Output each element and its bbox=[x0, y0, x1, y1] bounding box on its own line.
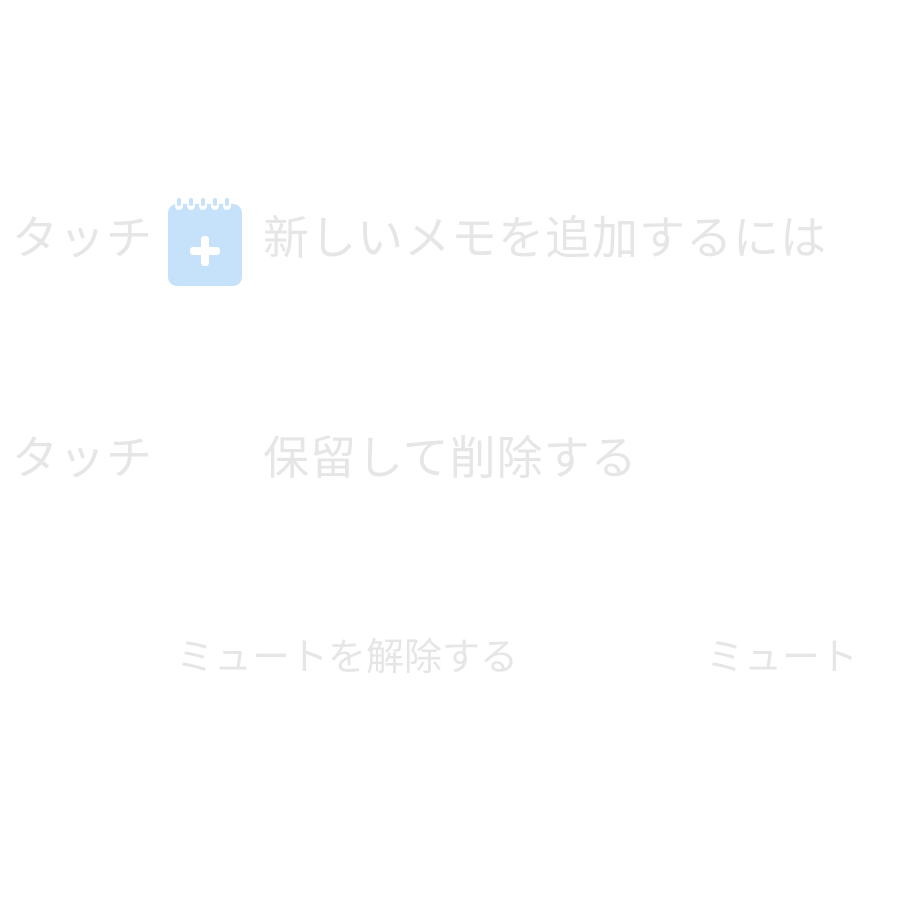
mute-button[interactable]: ミュート bbox=[706, 638, 858, 676]
add-memo-icon[interactable] bbox=[168, 198, 242, 286]
delete-note-touch-label: タッチ bbox=[12, 431, 153, 485]
add-note-instruction: 新しいメモを追加するには bbox=[263, 211, 827, 265]
unmute-button[interactable]: ミュートを解除する bbox=[176, 638, 518, 676]
delete-note-instruction: 保留して削除する bbox=[263, 431, 638, 485]
add-note-touch-label: タッチ bbox=[12, 211, 153, 265]
